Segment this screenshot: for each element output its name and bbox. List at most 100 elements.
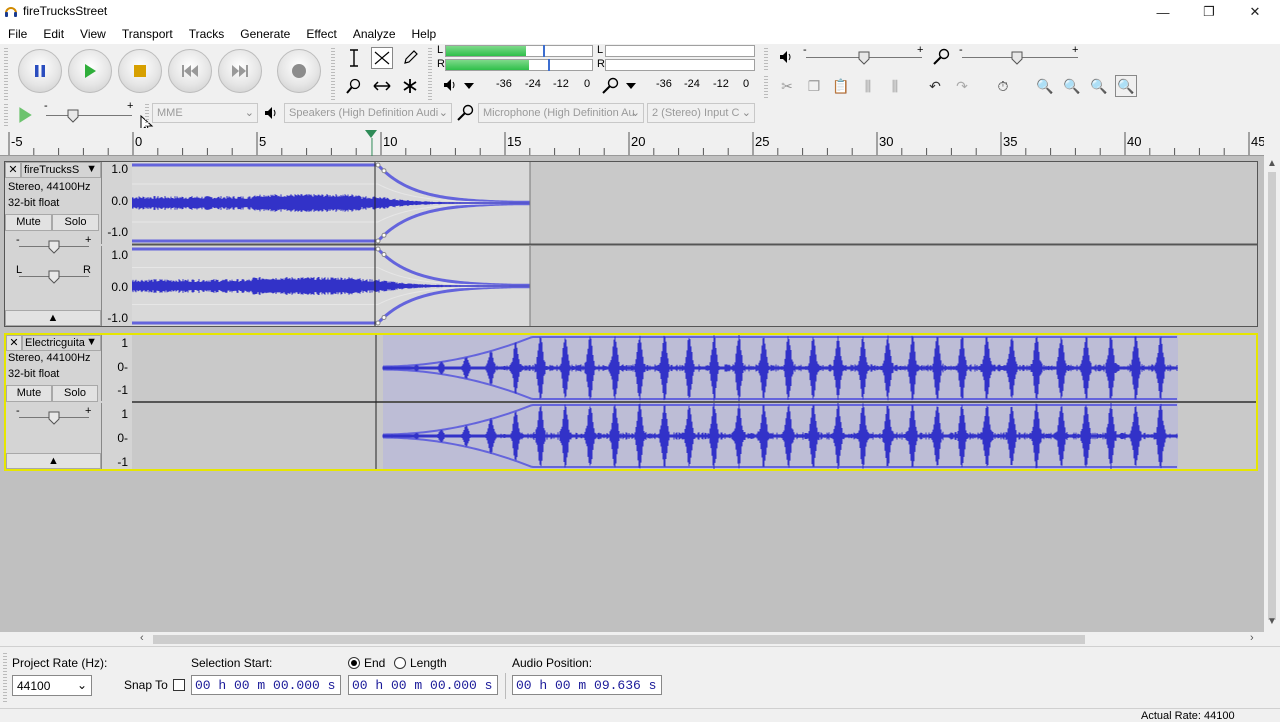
trim-button[interactable]: ⫼ [857, 75, 879, 97]
envelope-point[interactable] [375, 162, 381, 168]
track-firetrucks[interactable]: ✕ fireTrucksS ▼ Stereo, 44100Hz 32-bit fl… [4, 161, 1258, 327]
skip-to-end-button[interactable] [218, 49, 262, 93]
sync-lock-button[interactable]: ⏱ [992, 75, 1014, 97]
scroll-down-icon[interactable]: ▼ [1267, 616, 1277, 627]
menu-help[interactable]: Help [404, 27, 445, 41]
mixer-grip[interactable] [764, 48, 768, 72]
envelope-point[interactable] [381, 314, 387, 320]
vertical-scroll-thumb[interactable] [1268, 172, 1276, 620]
device-grip[interactable] [145, 104, 149, 126]
selection-start-field[interactable]: 00 h 00 m 00.000 s [191, 675, 341, 695]
track2-ch1-vertical-scale[interactable]: 1 0- -1 [101, 335, 132, 401]
output-device-select[interactable]: Speakers (High Definition Audi ⌄ [284, 103, 452, 123]
menu-file[interactable]: File [0, 27, 35, 41]
track-name-menu[interactable]: fireTrucksS ▼ [21, 162, 101, 178]
gain-slider-thumb[interactable] [48, 411, 60, 425]
selection-end-field[interactable]: 00 h 00 m 00.000 s [348, 675, 498, 695]
close-window-button[interactable]: ✕ [1232, 0, 1278, 24]
envelope-point[interactable] [375, 238, 381, 244]
playback-meter-menu-icon[interactable] [463, 82, 475, 90]
menu-analyze[interactable]: Analyze [345, 27, 404, 41]
envelope-point[interactable] [381, 232, 387, 238]
fit-project-button[interactable]: 🔍 [1115, 75, 1137, 97]
playback-meter-right[interactable] [445, 59, 593, 71]
audio-position-field[interactable]: 00 h 00 m 09.636 s [512, 675, 662, 695]
envelope-tool[interactable] [371, 47, 393, 69]
input-channels-select[interactable]: 2 (Stereo) Input C ⌄ [647, 103, 755, 123]
selection-toolbar-grip[interactable] [3, 653, 7, 703]
meter-grip[interactable] [428, 48, 432, 100]
draw-tool[interactable] [399, 47, 421, 69]
menu-transport[interactable]: Transport [114, 27, 181, 41]
tools-grip[interactable] [331, 48, 335, 100]
menu-tracks[interactable]: Tracks [181, 27, 233, 41]
empty-track-region[interactable] [530, 246, 1257, 326]
track1-ch1-vertical-scale[interactable]: 1.0 0.0 -1.0 [101, 162, 132, 244]
play-button[interactable] [68, 49, 112, 93]
zoom-out-button[interactable]: 🔍 [1061, 75, 1083, 97]
solo-button[interactable]: Solo [52, 214, 99, 231]
playback-volume-slider-thumb[interactable] [858, 51, 870, 65]
track2-ch2-vertical-scale[interactable]: 1 0- -1 [101, 403, 132, 469]
paste-button[interactable]: 📋 [830, 75, 852, 97]
horizontal-scroll-thumb[interactable] [153, 635, 1085, 644]
empty-track-region[interactable] [132, 335, 383, 401]
speed-slider-thumb[interactable] [67, 109, 79, 123]
pause-button[interactable] [18, 49, 62, 93]
fit-selection-button[interactable]: 🔍 [1088, 75, 1110, 97]
time-shift-tool[interactable] [371, 75, 393, 97]
scroll-right-icon[interactable]: › [1250, 632, 1254, 644]
redo-button[interactable]: ↷ [951, 75, 973, 97]
record-meter-left[interactable] [605, 45, 755, 57]
envelope-point[interactable] [375, 246, 381, 252]
minimize-button[interactable]: — [1140, 0, 1186, 24]
track-close-button[interactable]: ✕ [6, 335, 22, 351]
skip-to-start-button[interactable] [168, 49, 212, 93]
length-radio[interactable] [394, 657, 406, 669]
menu-edit[interactable]: Edit [35, 27, 72, 41]
cut-button[interactable]: ✂ [776, 75, 798, 97]
track1-waveform[interactable] [132, 162, 1257, 326]
record-meter-right[interactable] [605, 59, 755, 71]
record-meter-menu-icon[interactable] [625, 82, 637, 90]
collapse-track-button[interactable]: ▲ [5, 310, 101, 326]
input-device-select[interactable]: Microphone (High Definition Au ⌄ [478, 103, 644, 123]
track2-waveform[interactable] [132, 335, 1256, 469]
mute-button[interactable]: Mute [5, 214, 52, 231]
edit-grip[interactable] [764, 76, 768, 100]
record-button[interactable] [277, 49, 321, 93]
empty-track-region[interactable] [132, 403, 383, 469]
undo-button[interactable]: ↶ [924, 75, 946, 97]
track-control-panel[interactable]: ✕ fireTrucksS ▼ Stereo, 44100Hz 32-bit fl… [5, 162, 101, 326]
menu-view[interactable]: View [72, 27, 114, 41]
gain-slider-thumb[interactable] [48, 240, 60, 254]
timeline-ruler[interactable]: -5 0 5 10 15 20 25 30 35 40 45 [0, 128, 1264, 156]
track-control-panel[interactable]: ✕ Electricguita ▼ Stereo, 44100Hz 32-bit … [6, 335, 101, 469]
copy-button[interactable]: ❐ [803, 75, 825, 97]
recording-volume-slider-thumb[interactable] [1011, 51, 1023, 65]
speed-track[interactable] [46, 115, 132, 116]
mute-button[interactable]: Mute [6, 385, 52, 402]
empty-track-region[interactable] [1178, 403, 1256, 469]
project-rate-select[interactable]: 44100 ⌄ [12, 675, 92, 696]
track1-ch2-vertical-scale[interactable]: 1.0 0.0 -1.0 [101, 246, 132, 326]
stop-button[interactable] [118, 49, 162, 93]
maximize-button[interactable]: ❐ [1186, 0, 1232, 24]
menu-effect[interactable]: Effect [298, 27, 344, 41]
envelope-point[interactable] [381, 252, 387, 258]
scroll-left-icon[interactable]: ‹ [140, 632, 144, 644]
end-radio[interactable] [348, 657, 360, 669]
pan-slider-thumb[interactable] [48, 270, 60, 284]
collapse-track-button[interactable]: ▲ [6, 453, 101, 469]
scroll-up-icon[interactable]: ▲ [1267, 158, 1277, 169]
play-at-speed-grip[interactable] [4, 104, 8, 126]
zoom-tool[interactable] [343, 75, 365, 97]
zoom-in-button[interactable]: 🔍 [1034, 75, 1056, 97]
envelope-point[interactable] [375, 320, 381, 326]
empty-track-region[interactable] [1178, 335, 1256, 401]
track-name-menu[interactable]: Electricguita ▼ [22, 335, 101, 351]
play-at-speed-icon[interactable] [16, 106, 34, 124]
tracks-area[interactable]: ✕ fireTrucksS ▼ Stereo, 44100Hz 32-bit fl… [0, 156, 1264, 632]
solo-button[interactable]: Solo [52, 385, 98, 402]
toolbar-grip[interactable] [4, 48, 8, 100]
